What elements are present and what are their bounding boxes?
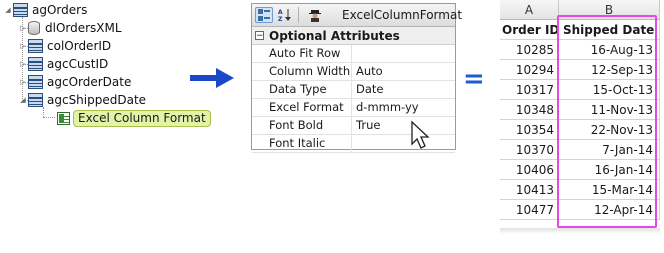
group-label: Optional Attributes: [269, 28, 400, 43]
property-name: Auto Fit Row: [252, 45, 352, 62]
property-value[interactable]: True: [352, 117, 455, 134]
grid-column-icon: [28, 93, 43, 107]
tree-node-agcorderdate[interactable]: ▷ agcOrderDate: [18, 73, 131, 91]
tree-node-label: colOrderID: [47, 39, 112, 53]
agent-icon: [309, 10, 321, 22]
tree-node-label: dlOrdersXML: [45, 21, 122, 35]
cell-shipped-date[interactable]: 15-Mar-14: [559, 180, 660, 200]
column-header-b[interactable]: B: [559, 0, 660, 20]
cell-order-id[interactable]: 10413: [500, 180, 559, 200]
cell-order-id[interactable]: 10477: [500, 200, 559, 220]
cell-order-id[interactable]: 10294: [500, 60, 559, 80]
expand-arrow-icon[interactable]: ▷: [18, 77, 28, 87]
selected-node-label: Excel Column Format: [73, 109, 211, 127]
collapse-arrow-icon[interactable]: ◢: [18, 95, 28, 105]
property-value[interactable]: d-mmm-yy: [352, 99, 455, 116]
cell-shipped-date[interactable]: 22-Nov-13: [559, 120, 660, 140]
sheet-shadow: [500, 228, 660, 234]
cell-shipped-date[interactable]: 11-Nov-13: [559, 100, 660, 120]
tree-node-colorderid[interactable]: ▷ colOrderID: [18, 37, 111, 55]
property-name: Column Width: [252, 63, 352, 80]
property-row-auto-fit-row[interactable]: Auto Fit Row: [252, 45, 455, 63]
cell-shipped-date[interactable]: 15-Oct-13: [559, 80, 660, 100]
categorized-view-button[interactable]: [255, 7, 273, 23]
property-value[interactable]: Date: [352, 81, 455, 98]
cell-shipped-date[interactable]: 12-Sep-13: [559, 60, 660, 80]
property-row-excel-format[interactable]: Excel Format d-mmm-yy: [252, 99, 455, 117]
cell-order-id[interactable]: 10285: [500, 40, 559, 60]
cell-order-id[interactable]: 10317: [500, 80, 559, 100]
header-cell-order-id[interactable]: Order ID: [500, 20, 559, 40]
mouse-cursor-icon: [411, 120, 430, 149]
property-name: Excel Format: [252, 99, 352, 116]
tree-node-label: agcCustID: [47, 57, 109, 71]
spreadsheet: A B Order ID Shipped Date 10285 16-Aug-1…: [500, 0, 664, 230]
property-name: Data Type: [252, 81, 352, 98]
cell-order-id[interactable]: 10370: [500, 140, 559, 160]
grid-column-icon: [28, 39, 43, 53]
grid-column-icon: [28, 75, 43, 89]
tree-node-excel-column-format[interactable]: Excel Column Format: [57, 109, 211, 127]
svg-text:Z: Z: [278, 16, 283, 22]
excel-format-icon: [57, 111, 70, 125]
tree-node-root[interactable]: ◢ agOrders: [3, 1, 87, 19]
header-cell-shipped-date[interactable]: Shipped Date: [559, 20, 660, 40]
cell-order-id[interactable]: 10354: [500, 120, 559, 140]
property-row-column-width[interactable]: Column Width Auto: [252, 63, 455, 81]
expand-arrow-icon[interactable]: ▷: [18, 23, 28, 33]
tree-node-label: agcOrderDate: [47, 75, 132, 89]
svg-text:A: A: [278, 9, 283, 16]
property-value[interactable]: [352, 45, 455, 62]
property-value[interactable]: Auto: [352, 63, 455, 80]
property-pages-button[interactable]: [306, 7, 324, 23]
property-row-data-type[interactable]: Data Type Date: [252, 81, 455, 99]
alphabetical-sort-button[interactable]: A Z: [276, 7, 294, 23]
tree-node-dlordersxml[interactable]: ▷ dlOrdersXML: [18, 19, 122, 37]
collapse-minus-icon[interactable]: −: [255, 31, 264, 41]
expand-arrow-icon[interactable]: ▷: [18, 59, 28, 69]
equals-sign: =: [463, 64, 485, 94]
property-panel-title: ExcelColumnFormat: [342, 8, 463, 22]
cell-shipped-date[interactable]: 16-Jan-14: [559, 160, 660, 180]
right-arrow-icon: [190, 68, 234, 88]
datalayer-icon: [28, 21, 40, 35]
tree-node-agcshippeddate[interactable]: ◢ agcShippedDate: [18, 91, 146, 109]
cell-shipped-date[interactable]: 7-Jan-14: [559, 140, 660, 160]
group-optional-attributes[interactable]: − Optional Attributes: [252, 27, 455, 45]
cell-shipped-date[interactable]: 12-Apr-14: [559, 200, 660, 220]
column-header-a[interactable]: A: [500, 0, 559, 20]
property-value[interactable]: [352, 135, 455, 152]
grid-icon: [13, 3, 28, 17]
categorized-icon: [258, 9, 270, 21]
tree-connector: [43, 117, 55, 118]
cell-shipped-date[interactable]: 16-Aug-13: [559, 40, 660, 60]
tree-node-label: agcShippedDate: [47, 93, 147, 107]
property-name: Font Bold: [252, 117, 352, 134]
cell-order-id[interactable]: 10406: [500, 160, 559, 180]
sort-az-icon: A Z: [278, 9, 291, 22]
tree-node-agccustid[interactable]: ▷ agcCustID: [18, 55, 108, 73]
expand-arrow-icon[interactable]: ▷: [18, 41, 28, 51]
property-toolbar: A Z ExcelColumnFormat: [252, 4, 462, 27]
cell-order-id[interactable]: 10348: [500, 100, 559, 120]
grid-column-icon: [28, 57, 43, 71]
toolbar-divider: [298, 7, 299, 23]
tree-node-label: agOrders: [32, 3, 88, 17]
collapse-arrow-icon[interactable]: ◢: [3, 5, 13, 15]
property-name: Font Italic: [252, 135, 352, 152]
